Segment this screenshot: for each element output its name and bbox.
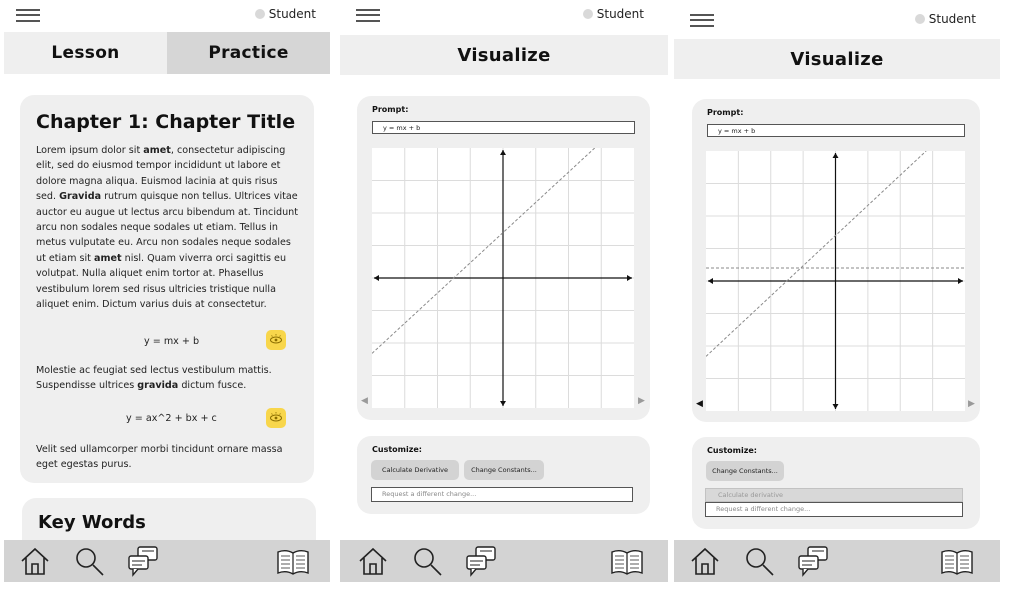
bottom-nav xyxy=(674,540,1000,582)
chat-icon[interactable] xyxy=(126,544,160,578)
visualize-eye-button[interactable] xyxy=(266,330,286,350)
prompt-input[interactable]: y = mx + b xyxy=(707,124,965,137)
customize-label: Customize: xyxy=(372,445,423,454)
customize-card: Customize: Change Constants... Calculate… xyxy=(692,437,980,529)
prompt-label: Prompt: xyxy=(707,108,744,117)
customize-label: Customize: xyxy=(707,446,758,455)
page-title: Visualize xyxy=(340,35,668,75)
y-axis-arrow-down xyxy=(500,401,506,406)
equation-quadratic: y = ax^2 + bx + c xyxy=(126,413,217,424)
equation-linear: y = mx + b xyxy=(144,336,200,347)
graph-canvas[interactable] xyxy=(705,150,965,411)
key-words-title: Key Words xyxy=(38,512,146,533)
scroll-right-arrow[interactable]: ▶ xyxy=(638,396,645,406)
calculate-derivative-button[interactable]: Calculate Derivative xyxy=(371,460,459,480)
x-axis-arrow-right xyxy=(958,278,963,284)
line-y-mx-b xyxy=(705,150,927,357)
bottom-nav xyxy=(340,540,668,582)
graph-plot xyxy=(705,150,965,411)
visualize-eye-button[interactable] xyxy=(266,408,286,428)
user-indicator[interactable]: Student xyxy=(254,7,316,21)
bottom-nav xyxy=(4,540,330,582)
tab-practice[interactable]: Practice xyxy=(167,32,330,74)
visualize-panel-edited: Student Visualize Prompt: y = mx + b ◀ ▶… xyxy=(674,0,1000,582)
y-axis-arrow-up xyxy=(832,153,839,158)
lesson-panel: Student Lesson Practice Chapter 1: Chapt… xyxy=(0,0,334,582)
chat-icon[interactable] xyxy=(464,544,498,578)
line-y-mx-b xyxy=(371,147,596,354)
graph-plot xyxy=(371,147,634,408)
x-axis-arrow-right xyxy=(627,275,632,281)
scroll-right-arrow[interactable]: ▶ xyxy=(968,399,975,409)
search-icon[interactable] xyxy=(72,544,106,578)
eye-icon xyxy=(270,334,282,344)
user-label: Student xyxy=(928,12,976,26)
y-axis-arrow-down xyxy=(832,404,839,409)
customize-card: Customize: Calculate Derivative Change C… xyxy=(357,436,650,514)
graph-card: Prompt: y = mx + b ◀ ▶ xyxy=(692,99,980,422)
user-indicator[interactable]: Student xyxy=(582,7,644,21)
menu-icon[interactable] xyxy=(356,9,380,22)
lesson-paragraph-1: Lorem ipsum dolor sit amet, consectetur … xyxy=(36,145,299,311)
book-icon[interactable] xyxy=(940,544,974,578)
user-status-dot xyxy=(254,9,265,19)
eye-icon xyxy=(270,412,282,422)
home-icon[interactable] xyxy=(688,544,722,578)
home-icon[interactable] xyxy=(356,544,390,578)
change-constants-button[interactable]: Change Constants... xyxy=(706,461,784,481)
prompt-label: Prompt: xyxy=(372,105,409,114)
lesson-paragraph-2: Molestie ac feugiat sed lectus vestibulu… xyxy=(36,365,272,392)
prompt-input[interactable]: y = mx + b xyxy=(372,121,635,134)
user-status-dot xyxy=(582,9,593,19)
menu-icon[interactable] xyxy=(16,9,40,22)
scroll-left-arrow[interactable]: ◀ xyxy=(696,399,703,409)
book-icon[interactable] xyxy=(610,544,644,578)
menu-icon[interactable] xyxy=(690,14,714,27)
user-status-dot xyxy=(914,14,925,24)
user-label: Student xyxy=(596,7,644,21)
book-icon[interactable] xyxy=(276,544,310,578)
lesson-card: Chapter 1: Chapter Title Lorem ipsum dol… xyxy=(20,95,314,483)
home-icon[interactable] xyxy=(18,544,52,578)
top-bar: Student xyxy=(674,0,1000,32)
chat-icon[interactable] xyxy=(796,544,830,578)
chapter-title: Chapter 1: Chapter Title xyxy=(36,111,296,133)
scroll-left-arrow[interactable]: ◀ xyxy=(361,396,368,406)
user-indicator[interactable]: Student xyxy=(914,12,976,26)
change-constants-button[interactable]: Change Constants... xyxy=(464,460,544,480)
request-change-input[interactable]: Request a different change... xyxy=(705,502,963,517)
x-axis-arrow-left xyxy=(374,275,379,281)
visualize-panel: Student Visualize Prompt: y = mx + b ◀ ▶… xyxy=(340,0,668,582)
calculate-derivative-option-disabled: Calculate derivative xyxy=(705,488,963,502)
x-axis-arrow-left xyxy=(708,278,713,284)
graph-card: Prompt: y = mx + b ◀ ▶ xyxy=(357,96,650,420)
lesson-paragraph-3: Velit sed ullamcorper morbi tincidunt or… xyxy=(36,444,283,471)
top-bar: Student xyxy=(0,0,334,32)
graph-canvas[interactable] xyxy=(371,147,634,408)
page-title: Visualize xyxy=(674,39,1000,79)
search-icon[interactable] xyxy=(742,544,776,578)
user-label: Student xyxy=(268,7,316,21)
request-change-input[interactable]: Request a different change... xyxy=(371,487,633,502)
tab-bar: Lesson Practice xyxy=(4,32,330,74)
top-bar: Student xyxy=(340,0,668,32)
search-icon[interactable] xyxy=(410,544,444,578)
tab-lesson[interactable]: Lesson xyxy=(4,32,167,74)
y-axis-arrow-up xyxy=(500,150,506,155)
